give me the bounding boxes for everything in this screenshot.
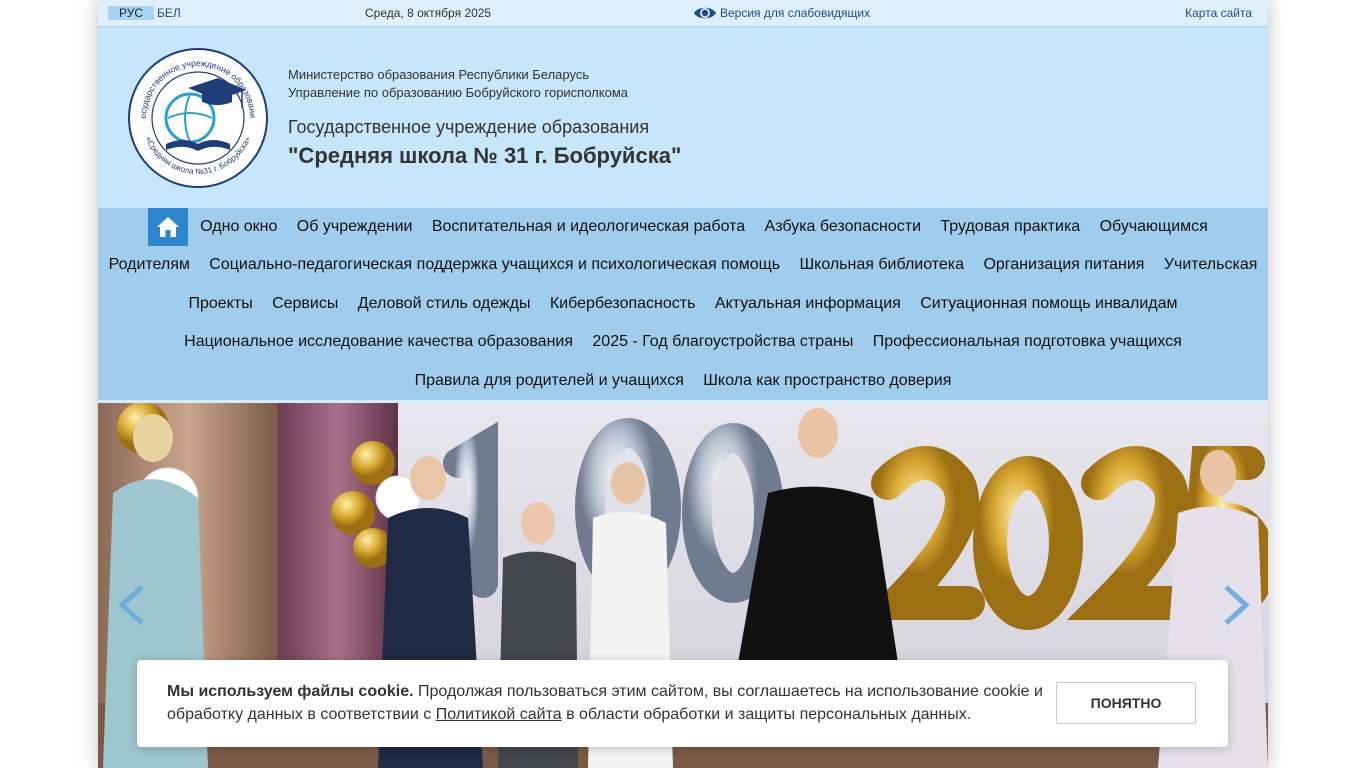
nav-item-students[interactable]: Обучающимся bbox=[1090, 208, 1218, 246]
nav-row-3: Проекты Сервисы Деловой стиль одежды Киб… bbox=[98, 285, 1268, 323]
nav-item-services[interactable]: Сервисы bbox=[262, 285, 348, 323]
department-line: Управление по образованию Бобруйского го… bbox=[288, 85, 628, 100]
nav-item-projects[interactable]: Проекты bbox=[179, 285, 263, 323]
nav-item-upbringing[interactable]: Воспитательная и идеологическая работа bbox=[422, 208, 755, 246]
nav-row-4: Национальное исследование качества образ… bbox=[98, 323, 1268, 361]
page-container: РУС БЕЛ Среда, 8 октября 2025 Версия для… bbox=[98, 0, 1268, 768]
school-name: "Средняя школа № 31 г. Бобруйска" bbox=[288, 143, 682, 168]
nav-item-quality-research[interactable]: Национальное исследование качества образ… bbox=[174, 323, 582, 361]
nav-item-dress-code[interactable]: Деловой стиль одежды bbox=[348, 285, 540, 323]
nav-item-year-2025[interactable]: 2025 - Год благоустройства страны bbox=[583, 323, 863, 361]
cookie-message: Мы используем файлы cookie. Продолжая по… bbox=[167, 680, 1047, 726]
nav-item-social-support[interactable]: Социально-педагогическая поддержка учащи… bbox=[200, 246, 790, 284]
nav-item-catering[interactable]: Организация питания bbox=[974, 246, 1154, 284]
sitemap-link[interactable]: Карта сайта bbox=[1185, 6, 1252, 20]
privacy-policy-link[interactable]: Политикой сайта bbox=[436, 706, 562, 723]
nav-item-library[interactable]: Школьная библиотека bbox=[790, 246, 974, 284]
nav-item-vocational[interactable]: Профессиональная подготовка учащихся bbox=[863, 323, 1191, 361]
school-logo[interactable]: Государственное учреждение образования «… bbox=[128, 48, 268, 188]
accessibility-version-link[interactable]: Версия для слабовидящих bbox=[693, 3, 870, 23]
accept-cookies-button[interactable]: ПОНЯТНО bbox=[1056, 682, 1196, 724]
nav-item-disability-help[interactable]: Ситуационная помощь инвалидам bbox=[911, 285, 1188, 323]
cookie-title: Мы используем файлы cookie. bbox=[167, 683, 414, 700]
nav-item-one-window[interactable]: Одно окно bbox=[190, 208, 287, 246]
nav-item-cybersecurity[interactable]: Кибербезопасность bbox=[540, 285, 705, 323]
nav-item-parents[interactable]: Родителям bbox=[99, 246, 200, 284]
main-navigation: Одно окно Об учреждении Воспитательная и… bbox=[98, 208, 1268, 403]
home-icon bbox=[157, 217, 180, 237]
ministry-line: Министерство образования Республики Бела… bbox=[288, 67, 590, 82]
nav-item-trust-space[interactable]: Школа как пространство доверия bbox=[694, 362, 962, 400]
cookie-banner: Мы используем файлы cookie. Продолжая по… bbox=[137, 660, 1228, 747]
current-date: Среда, 8 октября 2025 bbox=[365, 6, 492, 20]
cookie-text-part2: в области обработки и защиты персональны… bbox=[561, 706, 972, 723]
institution-type: Государственное учреждение образования bbox=[288, 117, 650, 137]
top-bar: РУС БЕЛ Среда, 8 октября 2025 Версия для… bbox=[98, 0, 1268, 28]
eye-icon bbox=[694, 7, 716, 19]
nav-item-safety[interactable]: Азбука безопасности bbox=[755, 208, 931, 246]
home-button[interactable] bbox=[148, 208, 189, 246]
nav-row-1: Одно окно Об учреждении Воспитательная и… bbox=[98, 208, 1268, 246]
nav-item-teachers[interactable]: Учительская bbox=[1154, 246, 1267, 284]
accessibility-version-label: Версия для слабовидящих bbox=[720, 6, 871, 20]
nav-item-labor-practice[interactable]: Трудовая практика bbox=[931, 208, 1090, 246]
lang-ru-button[interactable]: РУС bbox=[108, 6, 154, 20]
nav-row-2: Родителям Социально-педагогическая подде… bbox=[98, 246, 1268, 284]
nav-item-current-info[interactable]: Актуальная информация bbox=[705, 285, 910, 323]
nav-item-rules[interactable]: Правила для родителей и учащихся bbox=[405, 362, 694, 400]
site-header: Государственное учреждение образования «… bbox=[98, 28, 1268, 208]
lang-be-button[interactable]: БЕЛ bbox=[157, 6, 181, 20]
nav-item-about[interactable]: Об учреждении bbox=[287, 208, 422, 246]
nav-row-5: Правила для родителей и учащихся Школа к… bbox=[98, 362, 1268, 400]
